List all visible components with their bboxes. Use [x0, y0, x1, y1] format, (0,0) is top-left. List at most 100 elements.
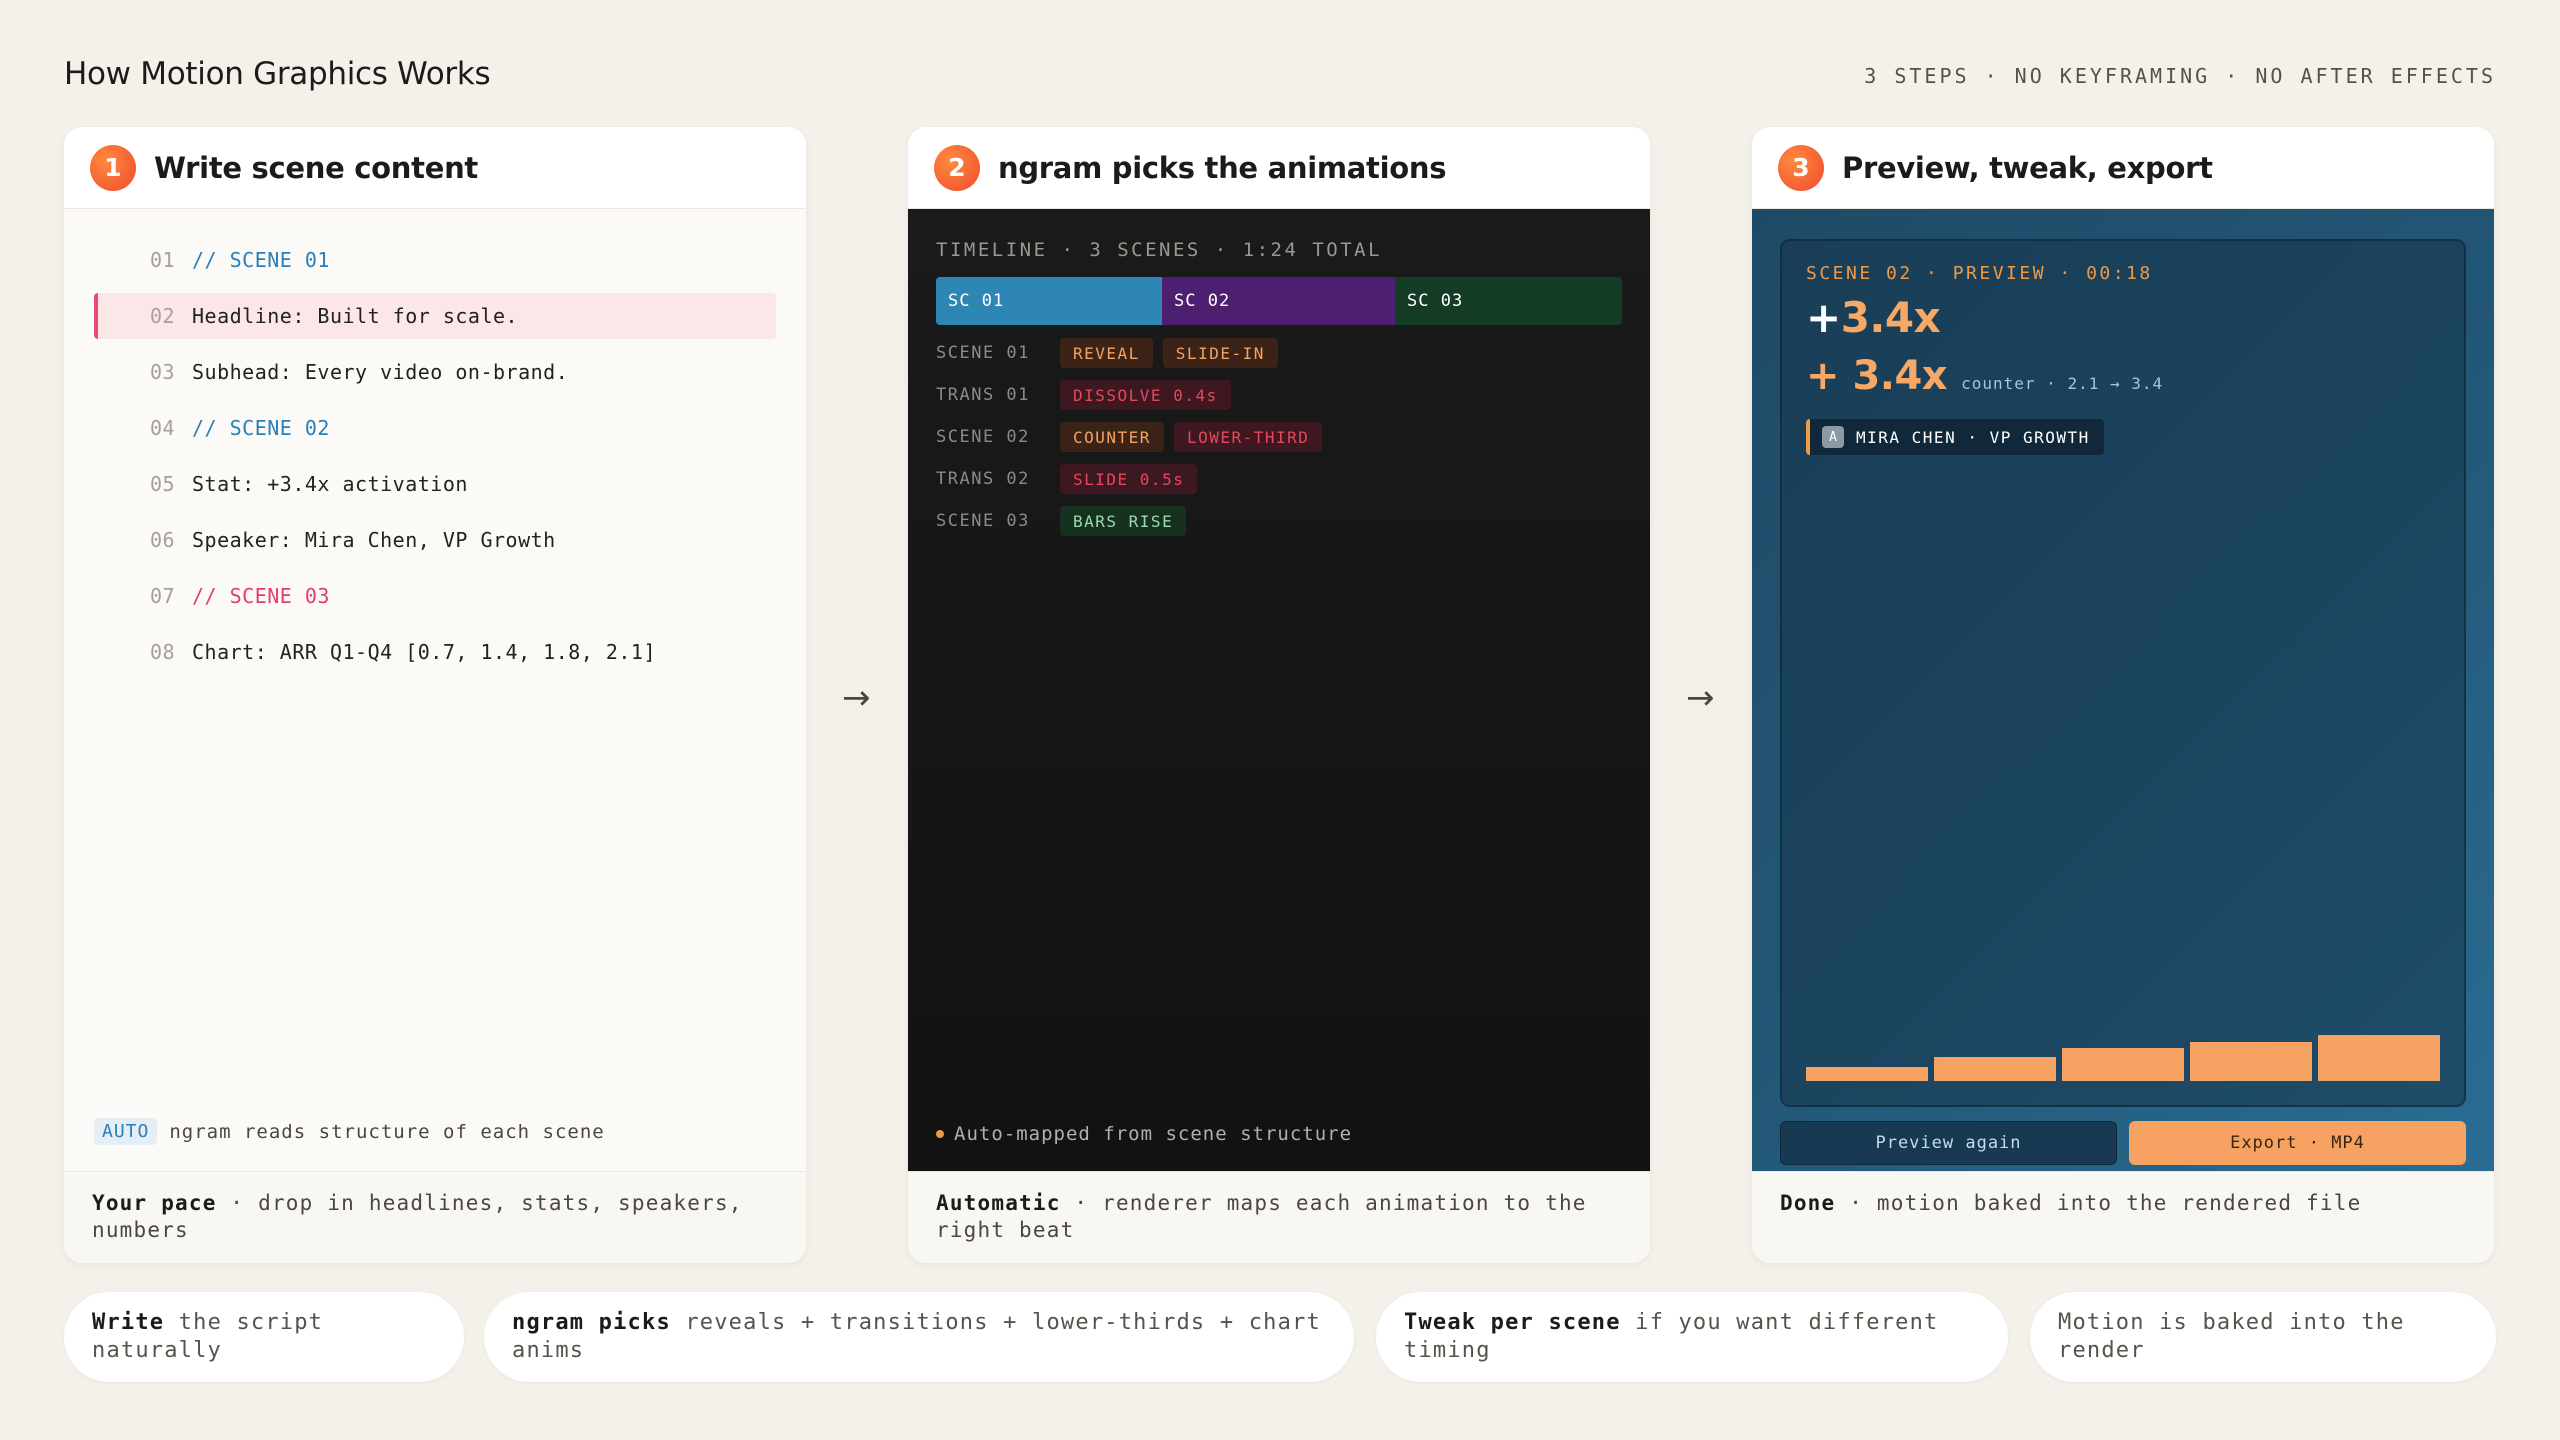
export-mp4-button[interactable]: Export · MP4	[2129, 1121, 2466, 1165]
summary-pill: Tweak per scene if you want different ti…	[1376, 1292, 2008, 1382]
timeline-panel: TIMELINE · 3 SCENES · 1:24 TOTAL SC 01 S…	[908, 209, 1650, 1171]
chart-bar	[2062, 1048, 2184, 1081]
arrow-right-icon: →	[842, 678, 871, 718]
page-tagline: 3 STEPS · NO KEYFRAMING · NO AFTER EFFEC…	[1864, 64, 2496, 88]
timeline-segment[interactable]: SC 03	[1395, 277, 1622, 325]
animation-chip[interactable]: SLIDE-IN	[1162, 338, 1278, 368]
step-card-animations: 2 ngram picks the animations TIMELINE · …	[908, 127, 1650, 1263]
lower-third: A MIRA CHEN · VP GROWTH	[1806, 419, 2104, 455]
preview-panel: SCENE 02 · PREVIEW · 00:18 +3.4x + 3.4x …	[1752, 209, 2494, 1171]
status-dot-icon	[936, 1130, 944, 1138]
lower-third-text: MIRA CHEN · VP GROWTH	[1856, 427, 2090, 447]
animation-chip[interactable]: COUNTER	[1060, 422, 1164, 452]
chart-bar	[1806, 1067, 1928, 1081]
timeline-header: TIMELINE · 3 SCENES · 1:24 TOTAL	[936, 239, 1383, 261]
animation-chip[interactable]: BARS RISE	[1060, 506, 1187, 536]
mapping-label: TRANS 02	[936, 469, 1030, 489]
mapping-row: TRANS 01 DISSOLVE 0.4s	[936, 379, 1241, 411]
code-text: Subhead: Every video on-brand.	[192, 360, 569, 384]
stat-plus: +	[1806, 293, 1841, 342]
editor-note-text: ngram reads structure of each scene	[169, 1120, 605, 1143]
code-line[interactable]: 04 // SCENE 02	[94, 405, 776, 451]
animation-chip[interactable]: LOWER-THIRD	[1173, 422, 1323, 452]
card-title: ngram picks the animations	[998, 150, 1447, 185]
scene-editor[interactable]: 01 // SCENE 01 02 Headline: Built for sc…	[64, 209, 806, 1171]
line-number: 03	[150, 360, 176, 384]
code-text: Stat: +3.4x activation	[192, 472, 468, 496]
line-number: 08	[150, 640, 176, 664]
stat-caption: counter · 2.1 → 3.4	[1961, 374, 2164, 393]
pill-bold: Write	[92, 1310, 165, 1335]
footer-bold: Done	[1780, 1191, 1836, 1215]
mapping-row: TRANS 02 SLIDE 0.5s	[936, 463, 1207, 495]
video-preview[interactable]: SCENE 02 · PREVIEW · 00:18 +3.4x + 3.4x …	[1780, 239, 2466, 1107]
line-number: 05	[150, 472, 176, 496]
editor-note: AUTO ngram reads structure of each scene	[94, 1118, 605, 1145]
step-card-write: 1 Write scene content 01 // SCENE 01 02 …	[64, 127, 806, 1263]
line-number: 07	[150, 584, 176, 608]
timeline-bar: SC 01 SC 02 SC 03	[936, 277, 1622, 325]
avatar: A	[1822, 426, 1844, 448]
stat-row: + 3.4x counter · 2.1 → 3.4	[1806, 353, 2163, 399]
pill-bold: Tweak per scene	[1404, 1310, 1621, 1335]
footer-bold: Your pace	[92, 1191, 217, 1215]
card-footer: Automatic · renderer maps each animation…	[908, 1171, 1650, 1263]
code-text: Chart: ARR Q1-Q4 [0.7, 1.4, 1.8, 2.1]	[192, 640, 657, 664]
pill-text: Motion is baked into the render	[2058, 1310, 2405, 1363]
footer-text: · motion baked into the rendered file	[1835, 1191, 2362, 1215]
mapping-label: TRANS 01	[936, 385, 1030, 405]
line-number: 06	[150, 528, 176, 552]
timeline-note: Auto-mapped from scene structure	[936, 1123, 1352, 1145]
preview-again-button[interactable]: Preview again	[1780, 1121, 2117, 1165]
line-number: 04	[150, 416, 176, 440]
mapping-label: SCENE 01	[936, 343, 1030, 363]
timeline-note-text: Auto-mapped from scene structure	[954, 1123, 1353, 1145]
mapping-label: SCENE 02	[936, 427, 1030, 447]
mapping-row: SCENE 02 COUNTER LOWER-THIRD	[936, 421, 1332, 453]
animation-chip[interactable]: SLIDE 0.5s	[1060, 464, 1198, 494]
summary-pill: Write the script naturally	[64, 1292, 464, 1382]
card-header: 2 ngram picks the animations	[908, 127, 1650, 209]
code-text: // SCENE 01	[192, 248, 330, 272]
chart-bar	[1934, 1057, 2056, 1081]
card-header: 3 Preview, tweak, export	[1752, 127, 2494, 209]
code-text: // SCENE 02	[192, 416, 330, 440]
line-number: 01	[150, 248, 176, 272]
code-text: Headline: Built for scale.	[192, 304, 519, 328]
step-number-badge: 2	[934, 144, 980, 191]
mapping-row: SCENE 01 REVEAL SLIDE-IN	[936, 337, 1288, 369]
step-number-badge: 3	[1778, 144, 1824, 191]
timeline-segment[interactable]: SC 02	[1162, 277, 1395, 325]
preview-header: SCENE 02 · PREVIEW · 00:18	[1806, 263, 2153, 284]
arrow-right-icon: →	[1686, 678, 1715, 718]
step-number-badge: 1	[90, 144, 136, 191]
code-line[interactable]: 01 // SCENE 01	[94, 237, 776, 283]
step-card-preview: 3 Preview, tweak, export SCENE 02 · PREV…	[1752, 127, 2494, 1263]
pill-bold: ngram picks	[512, 1310, 671, 1335]
summary-pill: ngram picks reveals + transitions + lowe…	[484, 1292, 1354, 1382]
card-footer: Your pace · drop in headlines, stats, sp…	[64, 1171, 806, 1263]
chart-bar	[2318, 1035, 2440, 1081]
line-number: 02	[150, 304, 176, 328]
footer-bold: Automatic	[936, 1191, 1061, 1215]
timeline-segment[interactable]: SC 01	[936, 277, 1162, 325]
card-header: 1 Write scene content	[64, 127, 806, 209]
code-line[interactable]: 07 // SCENE 03	[94, 573, 776, 619]
code-line-highlighted[interactable]: 02 Headline: Built for scale.	[94, 293, 776, 339]
stat-value-secondary: + 3.4x	[1806, 353, 1948, 399]
code-line[interactable]: 05 Stat: +3.4x activation	[94, 461, 776, 507]
animation-chip[interactable]: REVEAL	[1060, 338, 1153, 368]
card-title: Preview, tweak, export	[1842, 150, 2213, 185]
code-line[interactable]: 08 Chart: ARR Q1-Q4 [0.7, 1.4, 1.8, 2.1]	[94, 629, 776, 675]
animation-chip[interactable]: DISSOLVE 0.4s	[1060, 380, 1231, 410]
stat-counter: +3.4x	[1806, 293, 1941, 342]
bar-chart	[1806, 1021, 2442, 1081]
card-title: Write scene content	[154, 150, 478, 185]
code-text: Speaker: Mira Chen, VP Growth	[192, 528, 556, 552]
code-text: // SCENE 03	[192, 584, 330, 608]
card-footer: Done · motion baked into the rendered fi…	[1752, 1171, 2494, 1263]
mapping-label: SCENE 03	[936, 511, 1030, 531]
page-title: How Motion Graphics Works	[64, 56, 491, 92]
code-line[interactable]: 03 Subhead: Every video on-brand.	[94, 349, 776, 395]
code-line[interactable]: 06 Speaker: Mira Chen, VP Growth	[94, 517, 776, 563]
